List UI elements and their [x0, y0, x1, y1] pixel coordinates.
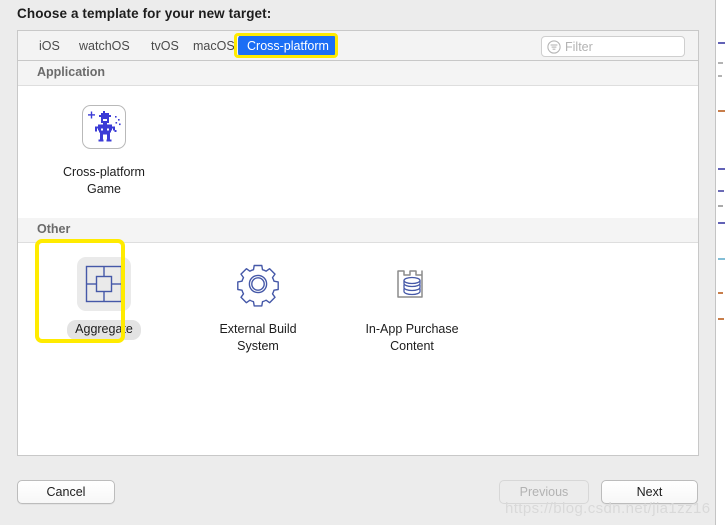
template-label-line1: Aggregate [75, 322, 133, 336]
template-label-line1: External Build [219, 322, 297, 336]
template-label: External Build System [211, 320, 304, 357]
template-label-line1: In-App Purchase [365, 322, 459, 336]
template-icon-box [385, 257, 439, 311]
platform-tab-bar: iOS watchOS tvOS macOS Cross-platform Fi… [17, 30, 699, 61]
next-button[interactable]: Next [601, 480, 698, 504]
template-label: Aggregate [67, 320, 141, 340]
template-item-cross-platform-game[interactable]: Cross-platform Game [36, 100, 172, 218]
template-icon-box [231, 257, 285, 311]
tab-watchos[interactable]: watchOS [70, 35, 139, 57]
tab-ios[interactable]: iOS [30, 35, 69, 57]
aggregate-squares-icon [85, 265, 123, 303]
dialog-title: Choose a template for your new target: [17, 6, 272, 21]
section-header-application: Application [18, 61, 698, 86]
section-title-other: Other [37, 222, 71, 236]
cancel-button[interactable]: Cancel [17, 480, 115, 504]
filter-placeholder: Filter [565, 40, 593, 54]
tab-tvos[interactable]: tvOS [142, 35, 188, 57]
template-item-external-build-system[interactable]: External Build System [190, 257, 326, 387]
template-grid-application: Cross-platform Game [18, 86, 698, 218]
template-grid-other: Aggregate External Build System In-App P… [18, 243, 698, 387]
previous-button: Previous [499, 480, 589, 504]
template-icon-box [77, 100, 131, 154]
tab-cross-platform[interactable]: Cross-platform [238, 35, 338, 57]
template-label-line2: System [237, 339, 279, 353]
section-title-application: Application [37, 65, 106, 79]
template-item-in-app-purchase-content[interactable]: In-App Purchase Content [344, 257, 480, 387]
template-label-line1: Cross-platform [63, 165, 145, 179]
pixel-robot-game-icon [82, 105, 126, 149]
section-header-other: Other [18, 218, 698, 243]
purchase-box-icon [397, 270, 423, 298]
new-target-template-dialog: Choose a template for your new target: i… [0, 0, 716, 525]
template-label-line2: Content [390, 339, 434, 353]
template-label: In-App Purchase Content [357, 320, 466, 357]
background-editor-window [716, 0, 726, 525]
template-list-panel: Application Cross-platform Game Other Ag… [17, 61, 699, 456]
gear-icon [237, 264, 279, 307]
filter-icon [547, 40, 561, 54]
template-item-aggregate[interactable]: Aggregate [36, 257, 172, 387]
tab-macos[interactable]: macOS [184, 35, 244, 57]
template-label-line2: Game [86, 182, 122, 196]
filter-input[interactable]: Filter [541, 36, 685, 57]
template-label: Cross-platform Game [55, 163, 153, 200]
template-icon-box [77, 257, 131, 311]
